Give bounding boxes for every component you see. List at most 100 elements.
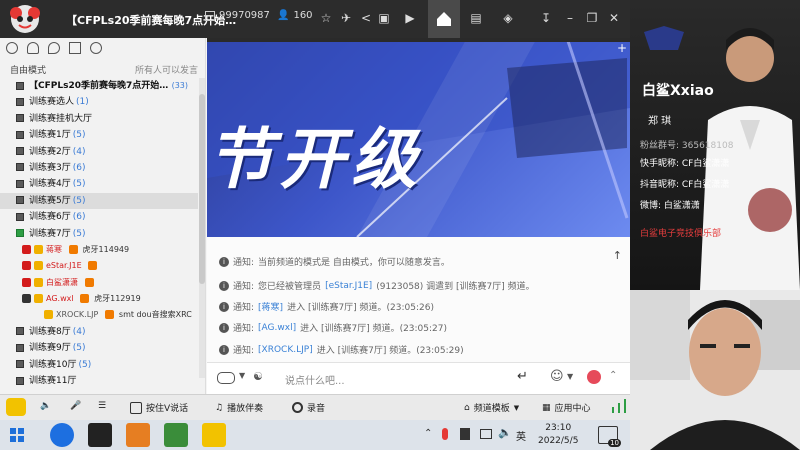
game-app-icon[interactable]: [126, 423, 150, 447]
tray-app-icon[interactable]: [460, 428, 470, 440]
mic-icon[interactable]: 🎤: [70, 401, 81, 411]
send-icon[interactable]: ↵: [517, 369, 528, 384]
home-button[interactable]: [428, 0, 460, 38]
channel-scrollbar-thumb[interactable]: [199, 94, 205, 284]
chevron-down-icon[interactable]: ▼: [239, 371, 245, 380]
crown-badge-icon: [34, 261, 43, 271]
screen: 【CFPLs20季前赛每晚7点开始… 99970987 👤 160 ☆ ✈ < …: [0, 0, 800, 450]
channel-row[interactable]: 训练赛11厅: [0, 373, 198, 389]
channel-row[interactable]: 训练赛8厅 (4): [0, 324, 198, 340]
channel-row[interactable]: 训练赛4厅 (5): [0, 176, 198, 192]
level-badge-icon: [80, 294, 90, 304]
user-row[interactable]: XROCK.LJP smt dou音搜索XRC: [0, 307, 198, 323]
chat-input[interactable]: 说点什么吧...: [285, 372, 345, 387]
channel-row[interactable]: 训练赛9厅 (5): [0, 340, 198, 356]
tray-mic-icon[interactable]: [442, 428, 448, 440]
input-lang[interactable]: 英: [516, 428, 526, 443]
chat-input-row: ▼ ☯ 说点什么吧... ↵ ☺ ▼ ⌃: [207, 362, 630, 394]
voice-toolbar: 🔈 🎤 ☰ 按住V说话 ♫ 播放伴奏 录音 ⌂ 频道模板 ▼ ▦ 应用中心: [0, 394, 630, 420]
chat-message: i 通知: [蒋寒] 进入 [训练赛7厅] 频道。(23:05:26): [219, 300, 434, 313]
accompany-button[interactable]: ♫ 播放伴奏: [215, 401, 263, 415]
translate-icon[interactable]: ☯: [253, 370, 263, 383]
channel-row[interactable]: 训练赛2厅 (4): [0, 144, 198, 160]
restore-icon[interactable]: ❐: [584, 10, 600, 26]
app-center-button[interactable]: ▦ 应用中心: [542, 401, 591, 415]
svg-text:+: +: [617, 41, 627, 55]
user-row[interactable]: AG.wxl 虎牙112919: [0, 291, 198, 307]
channel-row[interactable]: 训练赛3厅 (6): [0, 160, 198, 176]
volume-icon[interactable]: 🔈: [498, 426, 512, 439]
minimize-icon[interactable]: –: [562, 10, 578, 26]
channel-row-selected[interactable]: 训练赛5厅 (5): [0, 192, 198, 210]
download-icon[interactable]: ↧: [538, 10, 554, 26]
douyin-name: 抖音昵称: CF白鲨潇潇: [640, 180, 730, 190]
settings-icon[interactable]: [90, 42, 102, 54]
channel-template-button[interactable]: ⌂ 频道模板 ▼: [464, 401, 519, 415]
location-icon[interactable]: [48, 42, 60, 54]
window-app-icon[interactable]: [164, 423, 188, 447]
gamepad-emote-icon[interactable]: [217, 372, 235, 384]
mixer-icon[interactable]: ☰: [98, 401, 106, 411]
channel-icon: [16, 179, 24, 188]
channel-row[interactable]: 【CFPLs20季前赛每晚7点开始… (33): [0, 78, 198, 94]
avatar-mascot-icon[interactable]: [6, 398, 26, 416]
channel-row-current[interactable]: 训练赛7厅 (5): [0, 226, 198, 242]
notice-icon: i: [219, 256, 229, 267]
push-to-talk-button[interactable]: 按住V说话: [130, 401, 188, 414]
user-row[interactable]: 白鲨潇潇: [0, 275, 198, 291]
scroll-up-icon[interactable]: ↑: [613, 249, 622, 262]
gamepad-icon[interactable]: ◈: [500, 10, 516, 26]
signal-icon: [612, 399, 626, 413]
collapse-icon[interactable]: ⌃: [609, 370, 617, 381]
streamer-info-panel: 白鲨Xxiao 郑 琪 粉丝群号: 365618108 快手昵称: CF白鲨潇潇…: [630, 0, 800, 290]
id-icon: [205, 10, 215, 21]
channel-icon: [16, 196, 24, 205]
channel-icon: [16, 212, 24, 221]
close-icon[interactable]: ✕: [606, 10, 622, 26]
notification-button[interactable]: 10: [598, 426, 621, 447]
yy-app-icon[interactable]: [202, 423, 226, 447]
crown-badge-icon: [34, 277, 43, 287]
star-icon[interactable]: ☆: [318, 10, 334, 26]
emoji-icon[interactable]: ☺: [550, 369, 564, 384]
person-icon[interactable]: [6, 42, 18, 54]
chevron-up-icon[interactable]: ⌃: [424, 428, 432, 439]
channel-row[interactable]: 训练赛挂机大厅: [0, 111, 198, 127]
home-icon: [437, 12, 451, 26]
network-icon[interactable]: [480, 429, 492, 439]
channel-row[interactable]: 训练赛6厅 (6): [0, 209, 198, 225]
user-row[interactable]: eStar.J1E: [0, 258, 198, 274]
vip-badge-icon: [22, 261, 31, 271]
user-icon: 👤: [277, 10, 290, 21]
list-icon[interactable]: ▤: [468, 10, 484, 26]
level-badge-icon: [84, 277, 94, 287]
chevron-down-icon[interactable]: ▼: [567, 372, 573, 381]
webcam-feed: [630, 290, 800, 450]
channel-row[interactable]: 训练赛1厅 (5): [0, 127, 198, 143]
shield-icon[interactable]: ▣: [376, 10, 392, 26]
weibo-name: 微博: 白鲨潇潇: [640, 201, 700, 211]
record-button[interactable]: 录音: [292, 401, 325, 414]
yy-voice-app-window: 【CFPLs20季前赛每晚7点开始… 99970987 👤 160 ☆ ✈ < …: [0, 0, 630, 450]
channel-row[interactable]: 训练赛10厅 (5): [0, 357, 198, 373]
banner-headline: 节开级: [207, 121, 423, 198]
share-icon[interactable]: <: [358, 10, 374, 26]
channel-row[interactable]: 训练赛选人 (1): [0, 94, 198, 110]
clock[interactable]: 23:10 2022/5/5: [538, 422, 578, 448]
speaker-icon[interactable]: 🔈: [40, 401, 51, 411]
g-app-icon[interactable]: [88, 423, 112, 447]
flower-gift-icon[interactable]: [587, 370, 601, 384]
mode-dropdown[interactable]: 自由模式: [10, 63, 46, 76]
k-app-icon[interactable]: [50, 423, 74, 447]
vip-badge-icon: [22, 244, 31, 254]
headset-icon[interactable]: [27, 42, 39, 54]
windows-start-icon[interactable]: [10, 428, 24, 442]
plane-icon[interactable]: ✈: [338, 10, 354, 26]
checkbox-icon: [130, 401, 142, 414]
user-row[interactable]: 蒋寒 虎牙114949: [0, 242, 198, 258]
notice-icon[interactable]: [69, 42, 81, 54]
app-logo-icon: [10, 5, 40, 33]
channel-icon: [16, 360, 24, 369]
video-icon[interactable]: ▶: [402, 10, 418, 26]
channel-icon: [16, 81, 24, 90]
